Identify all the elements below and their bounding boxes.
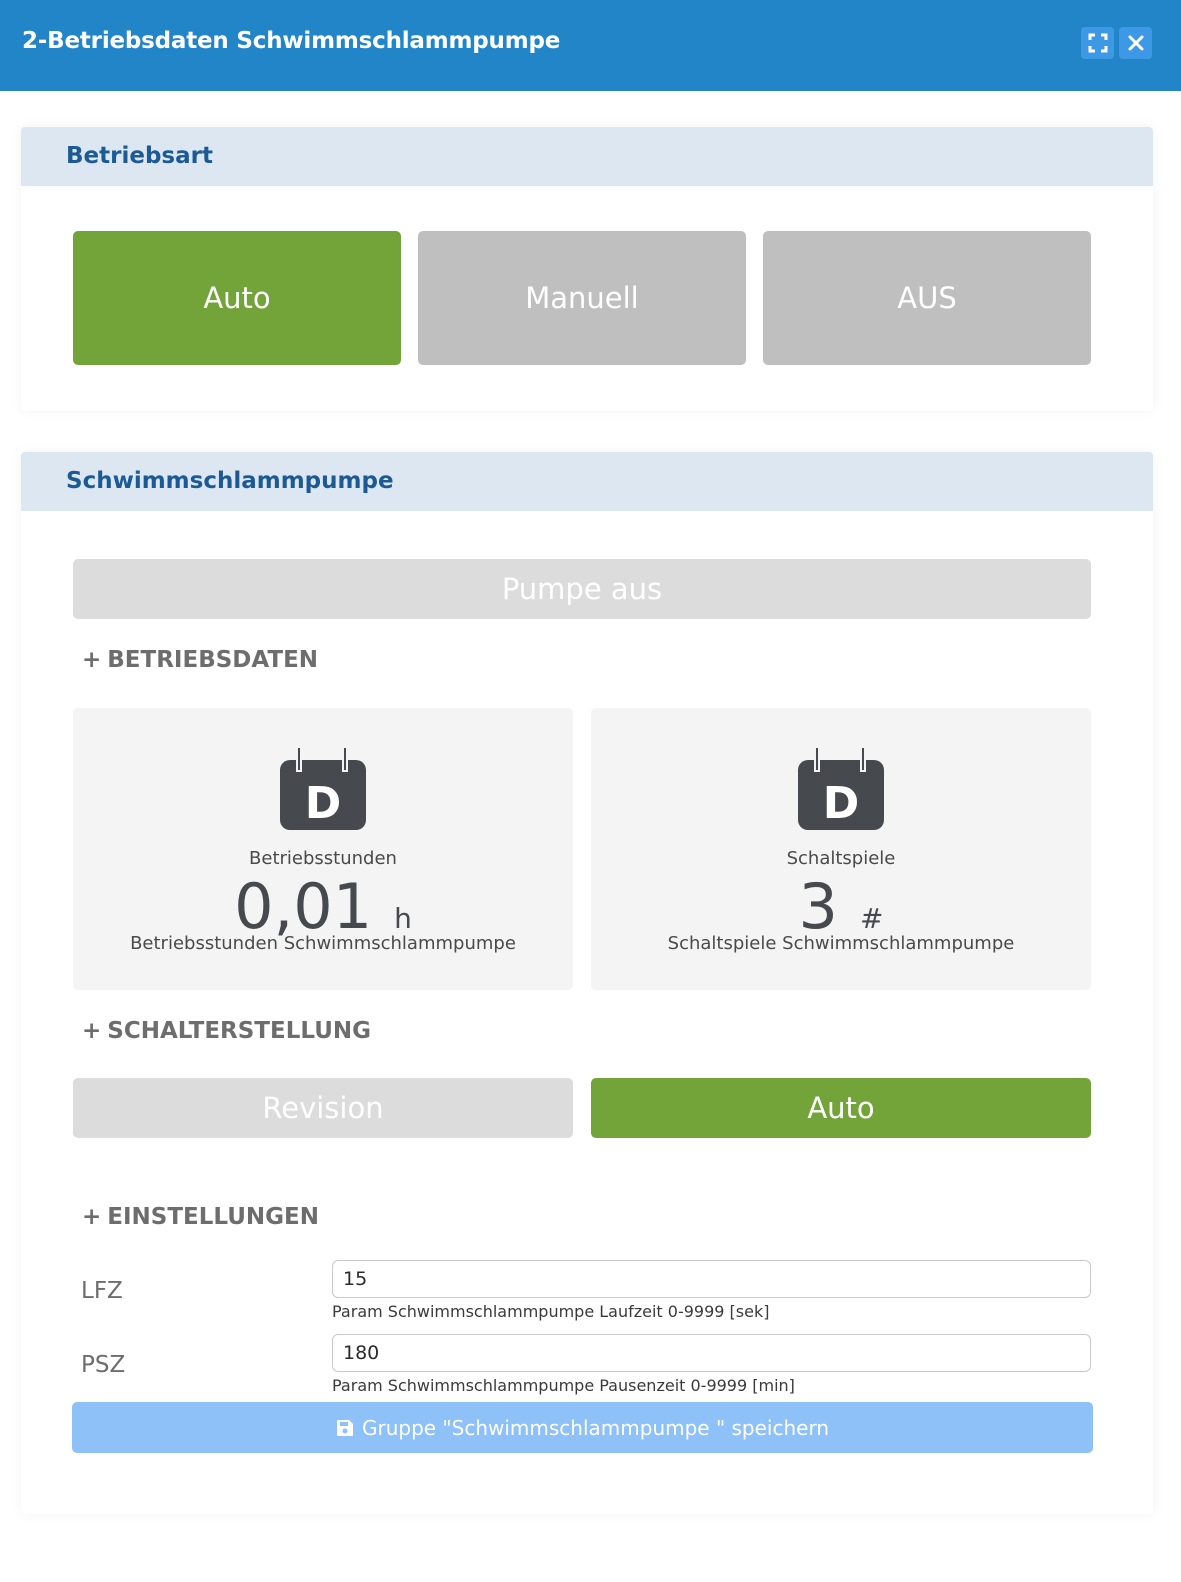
psz-input[interactable]: 180 [332, 1334, 1091, 1372]
calendar-icon: D [798, 748, 884, 830]
maximize-icon [1088, 33, 1107, 53]
section-toggle-betriebsdaten[interactable]: + BETRIEBSDATEN [82, 647, 318, 673]
mode-auto-button[interactable]: Auto [73, 231, 401, 365]
section-title-einstellungen: EINSTELLUNGEN [107, 1204, 320, 1230]
window-titlebar: 2-Betriebsdaten Schwimmschlammpumpe [0, 0, 1181, 91]
lfz-input[interactable]: 15 [332, 1260, 1091, 1298]
psz-help-text: Param Schwimmschlammpumpe Pausenzeit 0-9… [332, 1376, 795, 1395]
calendar-icon: D [280, 748, 366, 830]
section-title-betriebsdaten: BETRIEBSDATEN [107, 647, 319, 673]
maximize-button[interactable] [1081, 27, 1114, 59]
stat-label: Schaltspiele [786, 848, 896, 869]
param-label-lfz: LFZ [81, 1278, 123, 1304]
param-label-psz: PSZ [81, 1352, 126, 1378]
section-toggle-einstellungen[interactable]: + EINSTELLUNGEN [82, 1204, 319, 1230]
betriebsart-card: Betriebsart Auto Manuell AUS [21, 127, 1153, 411]
close-button[interactable] [1119, 27, 1152, 59]
save-group-button[interactable]: Gruppe "Schwimmschlammpumpe " speichern [72, 1402, 1093, 1453]
stat-description: Betriebsstunden Schwimmschlammpumpe [130, 933, 516, 954]
pump-status-indicator: Pumpe aus [73, 559, 1091, 619]
stat-description: Schaltspiele Schwimmschlammpumpe [667, 933, 1015, 954]
calendar-letter: D [823, 778, 860, 829]
stat-betriebsstunden: D Betriebsstunden 0,01 h Betriebsstunden… [73, 708, 573, 990]
switch-revision-indicator: Revision [73, 1078, 573, 1138]
stat-label: Betriebsstunden [249, 848, 397, 869]
save-button-label: Gruppe "Schwimmschlammpumpe " speichern [361, 1415, 830, 1440]
lfz-help-text: Param Schwimmschlammpumpe Laufzeit 0-999… [332, 1302, 770, 1321]
stat-unit: h [394, 902, 412, 935]
stat-unit: # [859, 902, 884, 935]
section-toggle-schalterstellung[interactable]: + SCHALTERSTELLUNG [82, 1018, 371, 1044]
switch-auto-indicator: Auto [591, 1078, 1091, 1138]
section-title-schalterstellung: SCHALTERSTELLUNG [107, 1018, 371, 1044]
close-icon [1128, 35, 1143, 51]
pumpe-heading: Schwimmschlammpumpe [21, 452, 1153, 511]
betriebsart-heading: Betriebsart [21, 127, 1153, 186]
calendar-letter: D [305, 778, 342, 829]
plus-icon: + [82, 1204, 102, 1230]
plus-icon: + [82, 647, 102, 673]
stat-schaltspiele: D Schaltspiele 3 # Schaltspiele Schwimms… [591, 708, 1091, 990]
plus-icon: + [82, 1018, 102, 1044]
mode-manuell-button[interactable]: Manuell [418, 231, 746, 365]
save-disk-icon [336, 1419, 354, 1437]
window-title: 2-Betriebsdaten Schwimmschlammpumpe [22, 28, 561, 54]
mode-aus-button[interactable]: AUS [763, 231, 1091, 365]
pumpe-card: Schwimmschlammpumpe Pumpe aus + BETRIEBSD… [21, 452, 1153, 1514]
